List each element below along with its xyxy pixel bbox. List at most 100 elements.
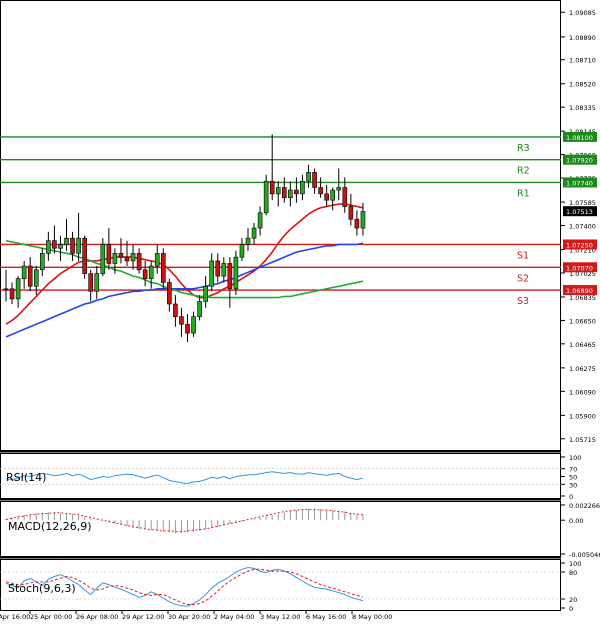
level-name-s1: S1 (517, 250, 529, 261)
candle-body (263, 180, 269, 214)
candle-body (154, 253, 160, 267)
candle-body (142, 269, 148, 279)
candle-body (221, 263, 227, 277)
candle-body (64, 237, 69, 245)
price-tick-label: 1.08710 (569, 57, 596, 65)
candle-body (354, 218, 360, 229)
candle-body (148, 265, 154, 279)
candle-body (324, 193, 329, 201)
price-tick-label: 1.06650 (569, 317, 596, 325)
x-tick-label: 24 Apr 16:00 (0, 613, 30, 621)
level-price-label-r2: 1.07920 (566, 157, 593, 165)
rsi-tick-label: 0 (569, 493, 573, 501)
candle-body (106, 244, 112, 264)
x-tick-label: 3 May 12:00 (260, 613, 300, 621)
level-name-r3: R3 (517, 143, 530, 154)
candle-body (21, 265, 27, 279)
candle-body (46, 240, 51, 254)
candle-body (215, 260, 221, 277)
candle-body (281, 187, 287, 198)
candle-body (288, 189, 293, 198)
x-tick-label: 30 Apr 20:00 (168, 613, 210, 621)
level-name-s3: S3 (517, 296, 529, 307)
candle-body (312, 172, 317, 188)
x-tick-label: 6 May 16:00 (306, 613, 346, 621)
current-price-label: 1.07513 (566, 208, 593, 216)
price-tick-label: 1.05900 (569, 412, 596, 420)
candle-body (88, 273, 93, 292)
candle-body (360, 211, 366, 229)
level-name-r1: R1 (517, 188, 530, 199)
x-tick-label: 8 May 00:00 (352, 613, 392, 621)
candle-body (257, 212, 263, 229)
candle-body (318, 187, 323, 195)
price-tick-label: 1.06275 (569, 365, 596, 373)
stoch-tick-label: 0 (569, 605, 573, 613)
candle-body (27, 265, 33, 287)
candle-body (112, 253, 118, 264)
candle-body (227, 263, 233, 290)
x-tick-label: 25 Apr 00:00 (30, 613, 72, 621)
price-tick-label: 1.07400 (569, 223, 596, 231)
candle-body (9, 288, 15, 300)
candle-body (76, 237, 81, 254)
rsi-tick-label: 30 (569, 481, 577, 489)
level-name-r2: R2 (517, 166, 530, 177)
candle-body (348, 206, 354, 220)
price-tick-label: 1.07585 (569, 199, 596, 207)
candle-body (336, 187, 342, 191)
level-price-label-s2: 1.07070 (566, 264, 593, 272)
candle-body (167, 282, 172, 305)
x-axis: 24 Apr 16:0025 Apr 00:00 26 Apr 08:00 29 A… (0, 611, 392, 621)
price-tick-label: 1.06090 (569, 388, 596, 396)
stoch-tick-label: 20 (569, 596, 577, 604)
candle-body (118, 253, 124, 258)
candle-body (136, 253, 142, 271)
candle-body (15, 278, 21, 300)
macd-tick-label: 0.002266 (569, 502, 600, 510)
stoch-label: Stoch(9,6,3) (8, 582, 76, 595)
candle-body (179, 316, 184, 325)
x-tick-label: 2 May 04:00 (214, 613, 254, 621)
candle-body (33, 269, 39, 287)
candle-body (70, 237, 75, 254)
rsi-tick-label: 50 (569, 474, 577, 482)
level-price-label-r3: 1.08100 (566, 134, 593, 142)
candle-body (3, 288, 9, 291)
candle-body (197, 301, 202, 317)
macd-tick-label: -0.005046 (569, 551, 600, 559)
price-tick-label: 1.05715 (569, 436, 596, 444)
candle-body (203, 285, 208, 302)
macd-tick-label: 0.00 (569, 517, 583, 525)
candle-body (239, 244, 245, 258)
candle-body (275, 187, 281, 195)
candle-body (82, 237, 87, 274)
candle-body (306, 172, 311, 182)
level-price-label-s3: 1.06890 (566, 287, 593, 295)
level-price-label-r1: 1.07740 (566, 179, 593, 187)
price-tick-label: 1.08335 (569, 104, 596, 112)
candle-body (58, 244, 63, 249)
candle-body (100, 244, 106, 274)
price-tick-label: 1.08520 (569, 81, 596, 89)
candle-body (300, 180, 305, 195)
candle-body (251, 227, 257, 239)
candle-body (191, 316, 196, 334)
candle-body (161, 253, 166, 283)
rsi-tick-label: 100 (569, 454, 581, 462)
x-tick-label: 29 Apr 12:00 (122, 613, 164, 621)
level-name-s2: S2 (517, 273, 529, 284)
rsi-label: RSI(14) (6, 471, 46, 484)
price-tick-label: 1.08890 (569, 34, 596, 42)
candle-body (294, 189, 299, 195)
x-tick-label: 26 Apr 08:00 (76, 613, 118, 621)
candle-body (269, 180, 275, 195)
candle-body (124, 256, 130, 262)
stoch-tick-label: 80 (569, 569, 577, 577)
candle-body (39, 253, 45, 271)
price-tick-label: 1.06465 (569, 341, 596, 349)
candle-body (209, 260, 214, 287)
level-price-label-s1: 1.07250 (566, 241, 593, 249)
candle-body (52, 240, 57, 249)
candle-body (342, 187, 348, 207)
